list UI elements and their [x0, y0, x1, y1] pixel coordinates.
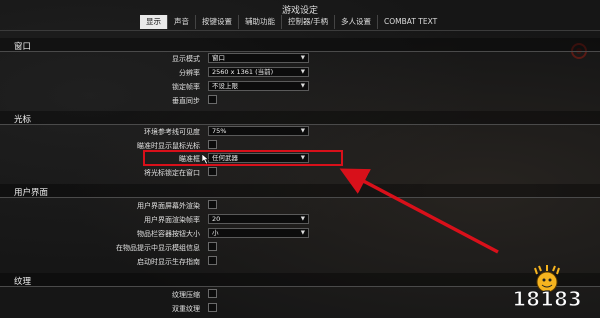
watermark-text: 18183: [512, 287, 582, 311]
watermark-logo: 18183: [512, 265, 582, 312]
